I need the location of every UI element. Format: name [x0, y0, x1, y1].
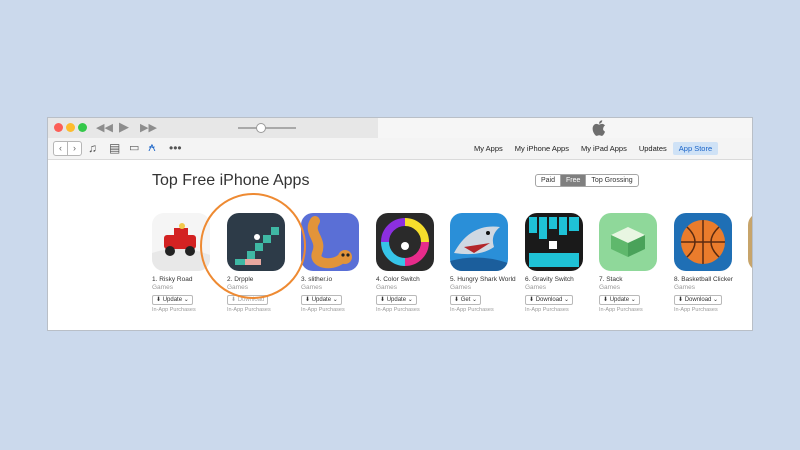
now-playing-area [378, 118, 752, 138]
history-arrows: ‹ › [53, 141, 82, 156]
close-window-button[interactable] [54, 123, 63, 132]
forward-arrow-icon[interactable]: › [68, 142, 81, 155]
play-icon[interactable]: ▶ [119, 120, 129, 134]
in-app-purchases-note: In-App Purchases [376, 307, 420, 313]
app-category: Games [599, 284, 620, 291]
app-action-button[interactable]: ⬇ Update ⌄ [599, 295, 640, 305]
title-bar: ◀◀ ▶ ▶▶ [48, 118, 752, 139]
partial-app-icon[interactable] [748, 213, 752, 271]
itunes-window: ◀◀ ▶ ▶▶ ‹ › ♫ ▤ ▭ ⍲ ••• My Apps My iPhon… [47, 117, 753, 331]
app-tile[interactable]: 4. Color Switch Games ⬇ Update ⌄ In-App … [376, 213, 442, 314]
segment-paid[interactable]: Paid [536, 175, 562, 186]
navigation-bar: ‹ › ♫ ▤ ▭ ⍲ ••• My Apps My iPhone Apps M… [48, 138, 752, 160]
apple-logo-icon [592, 120, 605, 136]
app-tile[interactable]: 7. Stack Games ⬇ Update ⌄ In-App Purchas… [599, 213, 665, 314]
app-category: Games [450, 284, 471, 291]
highlight-circle [200, 193, 306, 299]
app-name: 6. Gravity Switch [525, 276, 574, 283]
in-app-purchases-note: In-App Purchases [599, 307, 643, 313]
in-app-purchases-note: In-App Purchases [674, 307, 718, 313]
more-icon[interactable]: ••• [169, 141, 182, 155]
segment-free[interactable]: Free [561, 175, 587, 186]
app-name: 5. Hungry Shark World [450, 276, 516, 283]
shark-icon[interactable] [450, 213, 508, 271]
stack-icon[interactable] [599, 213, 657, 271]
app-category: Games [674, 284, 695, 291]
app-action-button[interactable]: ⬇ Update ⌄ [301, 295, 342, 305]
app-store-icon[interactable]: ⍲ [148, 140, 156, 154]
app-category: Games [376, 284, 397, 291]
app-name: 3. slither.io [301, 276, 333, 283]
app-tile[interactable] [748, 213, 752, 271]
minimize-window-button[interactable] [66, 123, 75, 132]
app-tile[interactable]: 3. slither.io Games ⬇ Update ⌄ In-App Pu… [301, 213, 367, 314]
basketball-icon[interactable] [674, 213, 732, 271]
tv-icon[interactable]: ▭ [129, 141, 139, 155]
tab-updates[interactable]: Updates [633, 142, 673, 155]
cube-cave-icon[interactable] [525, 213, 583, 271]
app-action-button[interactable]: ⬇ Get ⌄ [450, 295, 482, 305]
tab-my-apps[interactable]: My Apps [468, 142, 509, 155]
chart-type-segmented-control: Paid Free Top Grossing [535, 174, 639, 187]
app-name: 7. Stack [599, 276, 623, 283]
app-tile[interactable]: 8. Basketball Clicker Games ⬇ Download ⌄… [674, 213, 740, 314]
volume-knob[interactable] [256, 123, 266, 133]
music-note-icon[interactable]: ♫ [88, 141, 97, 155]
app-tile[interactable]: 5. Hungry Shark World Games ⬇ Get ⌄ In-A… [450, 213, 516, 314]
fast-forward-icon[interactable]: ▶▶ [140, 121, 157, 135]
tab-my-iphone-apps[interactable]: My iPhone Apps [509, 142, 575, 155]
app-name: 1. Risky Road [152, 276, 193, 283]
app-category: Games [525, 284, 546, 291]
zoom-window-button[interactable] [78, 123, 87, 132]
app-action-button[interactable]: ⬇ Download ⌄ [674, 295, 723, 305]
tab-app-store[interactable]: App Store [672, 142, 719, 155]
film-icon[interactable]: ▤ [109, 141, 120, 155]
app-category: Games [152, 284, 173, 291]
app-action-button[interactable]: ⬇ Update ⌄ [376, 295, 417, 305]
page-title: Top Free iPhone Apps [152, 172, 310, 189]
app-action-button[interactable]: ⬇ Download ⌄ [525, 295, 574, 305]
in-app-purchases-note: In-App Purchases [301, 307, 345, 313]
tab-my-ipad-apps[interactable]: My iPad Apps [575, 142, 633, 155]
in-app-purchases-note: In-App Purchases [227, 307, 271, 313]
app-action-button[interactable]: ⬇ Update ⌄ [152, 295, 193, 305]
app-name: 4. Color Switch [376, 276, 420, 283]
volume-slider[interactable] [238, 123, 296, 133]
rewind-icon[interactable]: ◀◀ [96, 121, 113, 135]
app-tile[interactable]: 6. Gravity Switch Games ⬇ Download ⌄ In-… [525, 213, 591, 314]
library-tabs: My Apps My iPhone Apps My iPad Apps Upda… [468, 142, 719, 155]
color-ring-icon[interactable] [376, 213, 434, 271]
app-category: Games [301, 284, 322, 291]
in-app-purchases-note: In-App Purchases [525, 307, 569, 313]
in-app-purchases-note: In-App Purchases [152, 307, 196, 313]
back-arrow-icon[interactable]: ‹ [54, 142, 68, 155]
app-name: 8. Basketball Clicker [674, 276, 733, 283]
in-app-purchases-note: In-App Purchases [450, 307, 494, 313]
snake-icon[interactable] [301, 213, 359, 271]
segment-top-grossing[interactable]: Top Grossing [586, 175, 637, 186]
